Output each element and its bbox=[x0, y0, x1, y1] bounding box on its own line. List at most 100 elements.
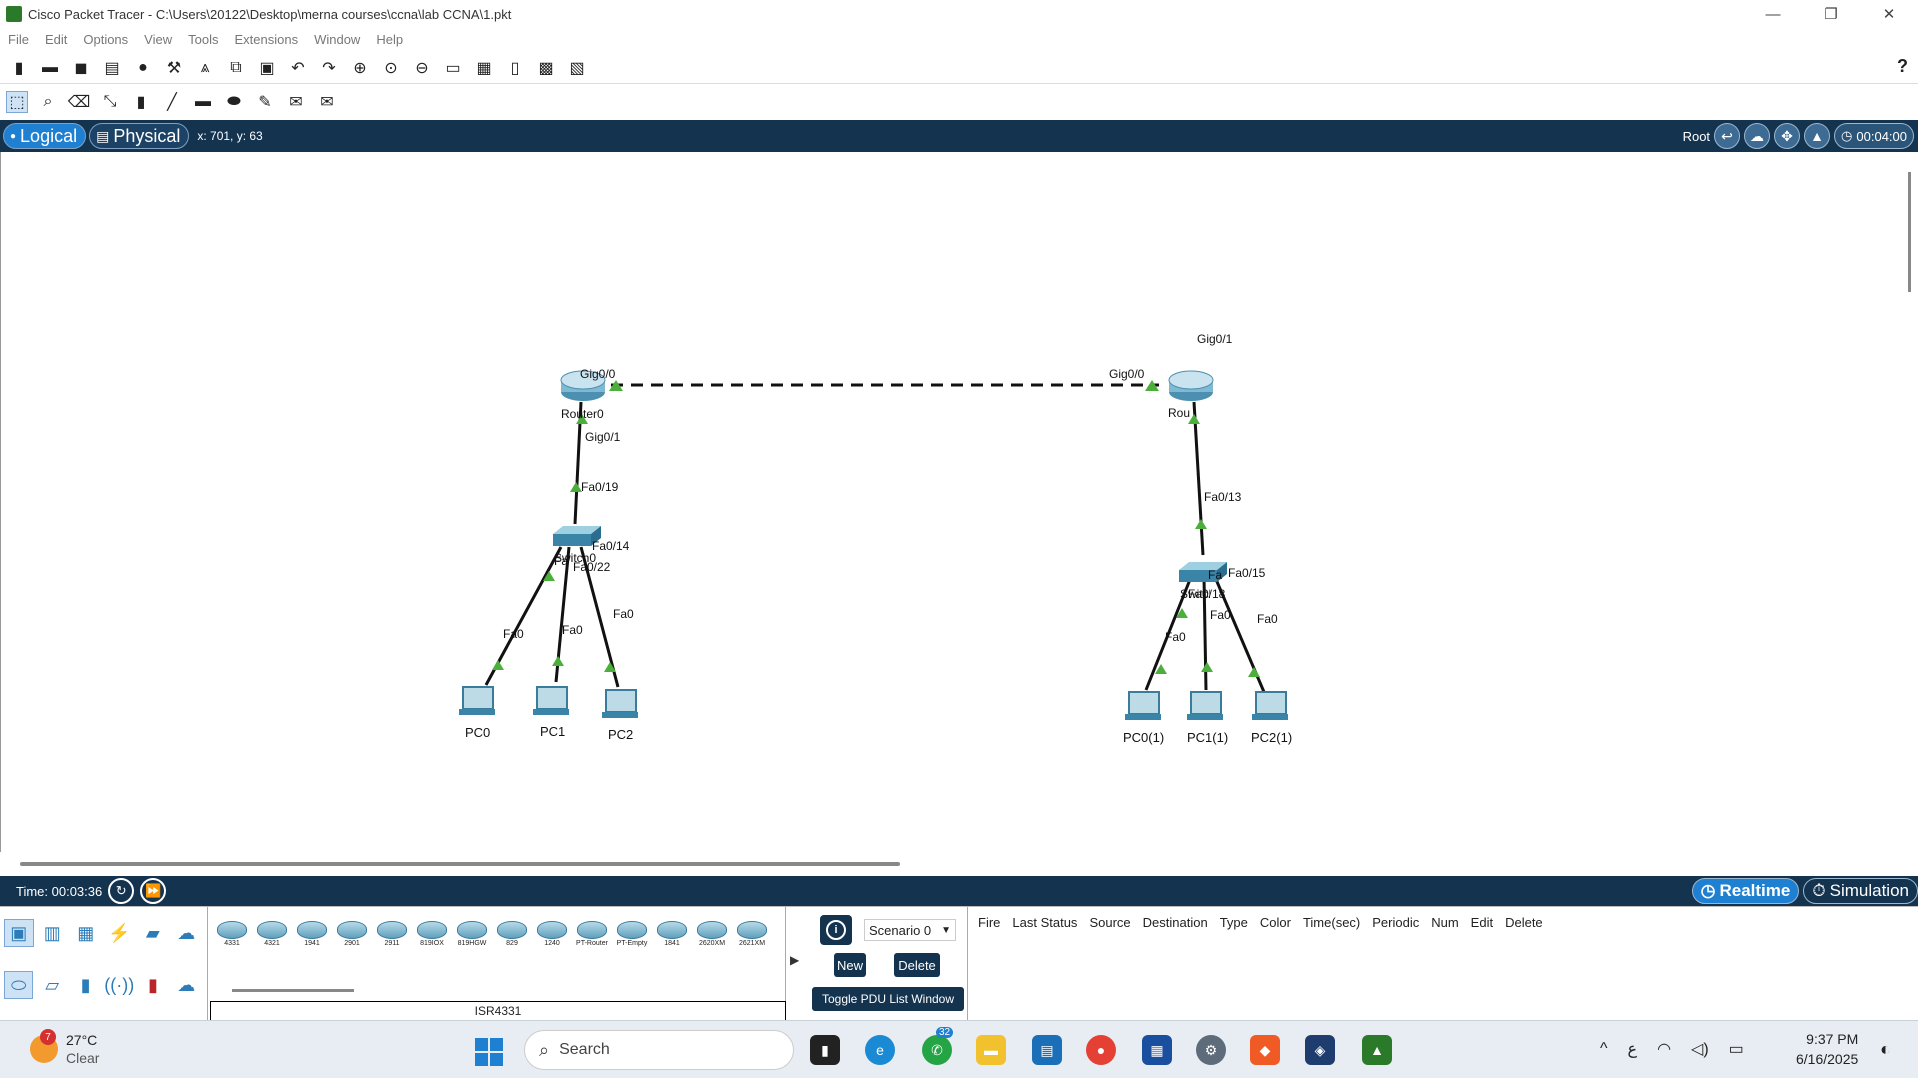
move-icon[interactable]: ✥ bbox=[1774, 123, 1801, 149]
menu-help[interactable]: Help bbox=[376, 32, 403, 47]
logical-workspace[interactable]: Gig0/0 Gig0/0 Gig0/1 Gig0/1 Fa0/19 Fa0/1… bbox=[0, 152, 1900, 852]
paste-icon[interactable]: ▣ bbox=[256, 57, 278, 79]
multiuser-icon[interactable]: ☁ bbox=[172, 919, 202, 947]
menu-tools[interactable]: Tools bbox=[188, 32, 218, 47]
new-scenario-button[interactable]: New bbox=[834, 953, 866, 977]
help-icon[interactable]: ? bbox=[1897, 56, 1908, 77]
custom-device-icon[interactable]: ▦ bbox=[473, 57, 495, 79]
power-cycle-icon[interactable]: ↻ bbox=[108, 878, 135, 904]
wan-emulation-icon[interactable]: ☁ bbox=[172, 971, 201, 999]
redo-icon[interactable]: ↷ bbox=[318, 57, 340, 79]
realtime-button[interactable]: ◷ Realtime bbox=[1691, 878, 1800, 904]
menu-edit[interactable]: Edit bbox=[45, 32, 67, 47]
file-explorer-icon[interactable]: ▬ bbox=[976, 1035, 1006, 1065]
custom-devices-icon[interactable]: ⚒ bbox=[163, 57, 185, 79]
restore-button[interactable]: ❐ bbox=[1802, 0, 1860, 28]
tab-logical[interactable]: ● Logical bbox=[3, 123, 87, 149]
app-icon[interactable]: ▤ bbox=[1032, 1035, 1062, 1065]
complex-pdu-icon[interactable]: ✉ bbox=[316, 91, 338, 113]
zoom-reset-icon[interactable]: ⊙ bbox=[380, 57, 402, 79]
print-icon[interactable]: ▤ bbox=[101, 57, 123, 79]
device-model-item[interactable]: 2621XM bbox=[734, 911, 770, 947]
models-scrollbar[interactable] bbox=[232, 989, 354, 992]
device-model-item[interactable]: 2911 bbox=[374, 911, 410, 947]
inspect-icon[interactable]: ⌕ bbox=[37, 91, 59, 113]
open-icon[interactable]: ▬ bbox=[39, 57, 61, 79]
fast-forward-icon[interactable]: ⏩ bbox=[140, 878, 167, 904]
wifi-icon[interactable]: ◠ bbox=[1657, 1039, 1671, 1059]
menu-view[interactable]: View bbox=[144, 32, 172, 47]
scenario-info-button[interactable]: i bbox=[820, 915, 852, 945]
task-view-icon[interactable]: ▮ bbox=[810, 1035, 840, 1065]
edge-icon[interactable]: e bbox=[865, 1035, 895, 1065]
device-model-item[interactable]: 1240 bbox=[534, 911, 570, 947]
delete-icon[interactable]: ⌫ bbox=[68, 91, 91, 113]
device-label-router1[interactable]: Rou bbox=[1168, 406, 1190, 420]
expand-arrow-icon[interactable]: ▶ bbox=[790, 953, 799, 967]
settings-icon[interactable]: ⚙ bbox=[1196, 1035, 1226, 1065]
chrome-icon[interactable]: ● bbox=[1086, 1035, 1116, 1065]
brave-icon[interactable]: ◆ bbox=[1250, 1035, 1280, 1065]
resize-icon[interactable]: ⤡ bbox=[99, 91, 121, 113]
components-icon[interactable]: ▦ bbox=[71, 919, 101, 947]
whatsapp-icon[interactable]: 32 ✆ bbox=[922, 1027, 954, 1065]
device-label-pc0[interactable]: PC0 bbox=[465, 725, 490, 740]
copy-icon[interactable]: ⧉ bbox=[225, 57, 247, 79]
delete-scenario-button[interactable]: Delete bbox=[894, 953, 940, 977]
chevron-up-icon[interactable]: ^ bbox=[1600, 1040, 1608, 1058]
menu-extensions[interactable]: Extensions bbox=[234, 32, 298, 47]
device-model-item[interactable]: 819HGW bbox=[454, 911, 490, 947]
drawing-palette-icon[interactable]: ▭ bbox=[442, 57, 464, 79]
device-model-item[interactable]: 4321 bbox=[254, 911, 290, 947]
taskbar-clock[interactable]: 9:37 PM 6/16/2025 bbox=[1796, 1029, 1858, 1069]
connections-icon[interactable]: ⚡ bbox=[105, 919, 135, 947]
end-devices-icon[interactable]: ▥ bbox=[38, 919, 68, 947]
miscellaneous-icon[interactable]: ▰ bbox=[138, 919, 168, 947]
freeform-icon[interactable]: ✎ bbox=[254, 91, 276, 113]
device-label-pc2[interactable]: PC2 bbox=[608, 727, 633, 742]
weather-widget[interactable]: 7 27°C Clear bbox=[30, 1029, 99, 1067]
device-model-item[interactable]: PT-Router bbox=[574, 911, 610, 947]
notification-icon[interactable]: ◐ bbox=[1880, 1039, 1891, 1060]
close-button[interactable]: ✕ bbox=[1860, 0, 1918, 28]
save-icon[interactable]: ◼ bbox=[70, 57, 92, 79]
menu-file[interactable]: File bbox=[8, 32, 29, 47]
horizontal-scrollbar[interactable] bbox=[20, 862, 900, 866]
device-model-item[interactable]: 1941 bbox=[294, 911, 330, 947]
device-model-item[interactable]: 819IOX bbox=[414, 911, 450, 947]
device-label-router0[interactable]: Router0 bbox=[561, 407, 604, 421]
zoom-in-icon[interactable]: ⊕ bbox=[349, 57, 371, 79]
security-icon[interactable]: ▮ bbox=[138, 971, 167, 999]
simple-pdu-icon[interactable]: ✉ bbox=[285, 91, 307, 113]
device-label-switch1[interactable]: Switch1 bbox=[1180, 587, 1210, 601]
switches-icon[interactable]: ▱ bbox=[37, 971, 66, 999]
background-icon[interactable]: ▲ bbox=[1804, 123, 1831, 149]
vertical-scrollbar[interactable] bbox=[1906, 152, 1918, 852]
cloud-icon[interactable]: ☁ bbox=[1744, 123, 1771, 149]
wireless-icon[interactable]: ((·)) bbox=[104, 971, 134, 999]
device-model-item[interactable]: 829 bbox=[494, 911, 530, 947]
windows-start-icon[interactable] bbox=[475, 1038, 503, 1066]
volume-icon[interactable]: ◁) bbox=[1691, 1039, 1709, 1059]
menu-window[interactable]: Window bbox=[314, 32, 360, 47]
battery-icon[interactable]: ▭ bbox=[1729, 1039, 1744, 1059]
hubs-icon[interactable]: ▮ bbox=[71, 971, 100, 999]
store-icon[interactable]: ▦ bbox=[1142, 1035, 1172, 1065]
menu-options[interactable]: Options bbox=[83, 32, 128, 47]
back-icon[interactable]: ↩ bbox=[1714, 123, 1741, 149]
viewport-icon[interactable]: ▩ bbox=[535, 57, 557, 79]
info-icon[interactable]: ● bbox=[132, 57, 154, 79]
pdu-list-icon[interactable]: ▯ bbox=[504, 57, 526, 79]
device-label-pc0b[interactable]: PC0(1) bbox=[1123, 730, 1164, 745]
device-model-item[interactable]: PT-Empty bbox=[614, 911, 650, 947]
packet-tracer-taskbar-icon[interactable]: ▲ bbox=[1362, 1035, 1392, 1065]
taskbar-search[interactable]: ⌕ Search bbox=[524, 1030, 794, 1070]
simulation-button[interactable]: ⏱ Simulation bbox=[1803, 878, 1918, 904]
device-model-item[interactable]: 1841 bbox=[654, 911, 690, 947]
device-model-item[interactable]: 4331 bbox=[214, 911, 250, 947]
minimize-button[interactable]: — bbox=[1744, 0, 1802, 28]
activity-wizard-icon[interactable]: ⩓ bbox=[194, 57, 216, 79]
scroll-thumb[interactable] bbox=[1908, 172, 1911, 292]
undo-icon[interactable]: ↶ bbox=[287, 57, 309, 79]
rectangle-icon[interactable]: ▬ bbox=[192, 91, 214, 113]
